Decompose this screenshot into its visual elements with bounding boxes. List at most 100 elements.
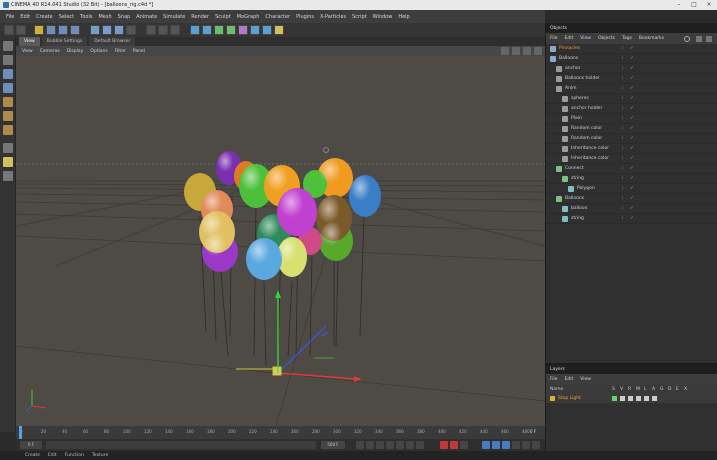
object-row[interactable]: Balloons ⁝ ✓: [546, 194, 717, 204]
enabled-check-icon[interactable]: ✓: [630, 206, 635, 211]
visibility-flags[interactable]: ⁝ ✓: [622, 46, 635, 51]
object-row[interactable]: Inheritance color ⁝ ✓: [546, 144, 717, 154]
menu-snap[interactable]: Snap: [118, 14, 131, 20]
workplane-icon[interactable]: [3, 83, 13, 93]
y-axis-icon[interactable]: [102, 25, 112, 35]
previous-frame-icon[interactable]: [376, 441, 384, 449]
enabled-check-icon[interactable]: ✓: [630, 126, 635, 131]
menu-tools[interactable]: Tools: [80, 14, 92, 20]
cube-icon[interactable]: [190, 25, 200, 35]
object-row[interactable]: Anim ⁝ ✓: [546, 84, 717, 94]
visibility-dots-icon[interactable]: ⁝: [622, 186, 627, 191]
layer-toggle-icon[interactable]: [644, 396, 649, 401]
visibility-flags[interactable]: ⁝ ✓: [622, 86, 635, 91]
object-row[interactable]: balloon ⁝ ✓: [546, 204, 717, 214]
viewport-menu-panel[interactable]: Panel: [133, 49, 145, 54]
axis-mode-icon[interactable]: [3, 143, 13, 153]
visibility-dots-icon[interactable]: ⁝: [622, 46, 627, 51]
enabled-check-icon[interactable]: ✓: [630, 166, 635, 171]
camera-icon[interactable]: [262, 25, 272, 35]
frame-range-slider[interactable]: [46, 441, 316, 449]
object-row[interactable]: Random color ⁝ ✓: [546, 124, 717, 134]
new-window-icon[interactable]: [696, 36, 702, 42]
objects-menu-file[interactable]: File: [550, 36, 558, 41]
visibility-dots-icon[interactable]: ⁝: [622, 116, 627, 121]
position-key-icon[interactable]: [482, 441, 490, 449]
bottom-menu-function[interactable]: Function: [65, 453, 84, 458]
pan-icon[interactable]: [501, 47, 509, 55]
object-row[interactable]: Pinnacles ⁝ ✓: [546, 44, 717, 54]
points-mode-icon[interactable]: [3, 97, 13, 107]
spline-pen-icon[interactable]: [202, 25, 212, 35]
3d-viewport[interactable]: [16, 56, 545, 426]
visibility-dots-icon[interactable]: ⁝: [622, 166, 627, 171]
orbit-icon[interactable]: [523, 47, 531, 55]
end-frame-field[interactable]: 500 F: [321, 441, 345, 449]
parameter-key-icon[interactable]: [512, 441, 520, 449]
objects-menu-objects[interactable]: Objects: [598, 36, 615, 41]
enabled-check-icon[interactable]: ✓: [630, 216, 635, 221]
undo-icon[interactable]: [4, 25, 14, 35]
layers-menu-edit[interactable]: Edit: [565, 377, 574, 382]
objects-menu-tags[interactable]: Tags: [622, 36, 632, 41]
locked-workplane-icon[interactable]: [3, 171, 13, 181]
panel-options-icon[interactable]: [706, 36, 712, 42]
array-icon[interactable]: [226, 25, 236, 35]
visibility-flags[interactable]: ⁝ ✓: [622, 216, 635, 221]
deformer-icon[interactable]: [238, 25, 248, 35]
snap-icon[interactable]: [3, 157, 13, 167]
maximize-button[interactable]: □: [688, 1, 700, 9]
floor-icon[interactable]: [250, 25, 260, 35]
menu-select[interactable]: Select: [59, 14, 74, 20]
enabled-check-icon[interactable]: ✓: [630, 196, 635, 201]
scale-icon[interactable]: [58, 25, 68, 35]
enabled-check-icon[interactable]: ✓: [630, 86, 635, 91]
object-row[interactable]: Balloons holder ⁝ ✓: [546, 74, 717, 84]
x-axis-icon[interactable]: [90, 25, 100, 35]
viewport-menu-options[interactable]: Options: [90, 49, 107, 54]
visibility-flags[interactable]: ⁝ ✓: [622, 186, 635, 191]
object-row[interactable]: spheres ⁝ ✓: [546, 94, 717, 104]
tab-view[interactable]: View: [19, 37, 40, 46]
object-row[interactable]: string ⁝ ✓: [546, 214, 717, 224]
layers-menu-file[interactable]: File: [550, 377, 558, 382]
playhead[interactable]: [19, 426, 22, 439]
enabled-check-icon[interactable]: ✓: [630, 106, 635, 111]
go-to-start-icon[interactable]: [356, 441, 364, 449]
visibility-dots-icon[interactable]: ⁝: [622, 56, 627, 61]
start-frame-field[interactable]: 0 F: [20, 441, 42, 449]
visibility-flags[interactable]: ⁝ ✓: [622, 146, 635, 151]
object-row[interactable]: string ⁝ ✓: [546, 174, 717, 184]
layer-toggle-icon[interactable]: [636, 396, 641, 401]
object-row[interactable]: Polygon ⁝ ✓: [546, 184, 717, 194]
toggle-view-icon[interactable]: [534, 47, 542, 55]
record-icon[interactable]: [440, 441, 448, 449]
model-mode-icon[interactable]: [3, 55, 13, 65]
object-row[interactable]: Random color ⁝ ✓: [546, 134, 717, 144]
menu-edit[interactable]: Edit: [20, 14, 30, 20]
visibility-flags[interactable]: ⁝ ✓: [622, 126, 635, 131]
viewport-menu-cameras[interactable]: Cameras: [40, 49, 60, 54]
object-row[interactable]: Inheritance color ⁝ ✓: [546, 154, 717, 164]
layer-toggle-icon[interactable]: [628, 396, 633, 401]
previous-key-icon[interactable]: [366, 441, 374, 449]
viewport-menu-display[interactable]: Display: [67, 49, 84, 54]
coordinate-system-icon[interactable]: [126, 25, 136, 35]
play-icon[interactable]: [386, 441, 394, 449]
render-view-icon[interactable]: [146, 25, 156, 35]
edges-mode-icon[interactable]: [3, 111, 13, 121]
objects-menu-bookmarks[interactable]: Bookmarks: [639, 36, 664, 41]
visibility-dots-icon[interactable]: ⁝: [622, 176, 627, 181]
next-frame-icon[interactable]: [396, 441, 404, 449]
minimize-button[interactable]: –: [673, 1, 685, 9]
z-axis-icon[interactable]: [114, 25, 124, 35]
render-settings-icon[interactable]: [170, 25, 180, 35]
redo-icon[interactable]: [16, 25, 26, 35]
point-level-icon[interactable]: [522, 441, 530, 449]
bottom-menu-create[interactable]: Create: [25, 453, 40, 458]
visibility-flags[interactable]: ⁝ ✓: [622, 96, 635, 101]
menu-render[interactable]: Render: [191, 14, 209, 20]
enabled-check-icon[interactable]: ✓: [630, 46, 635, 51]
visibility-flags[interactable]: ⁝ ✓: [622, 176, 635, 181]
enabled-check-icon[interactable]: ✓: [630, 96, 635, 101]
